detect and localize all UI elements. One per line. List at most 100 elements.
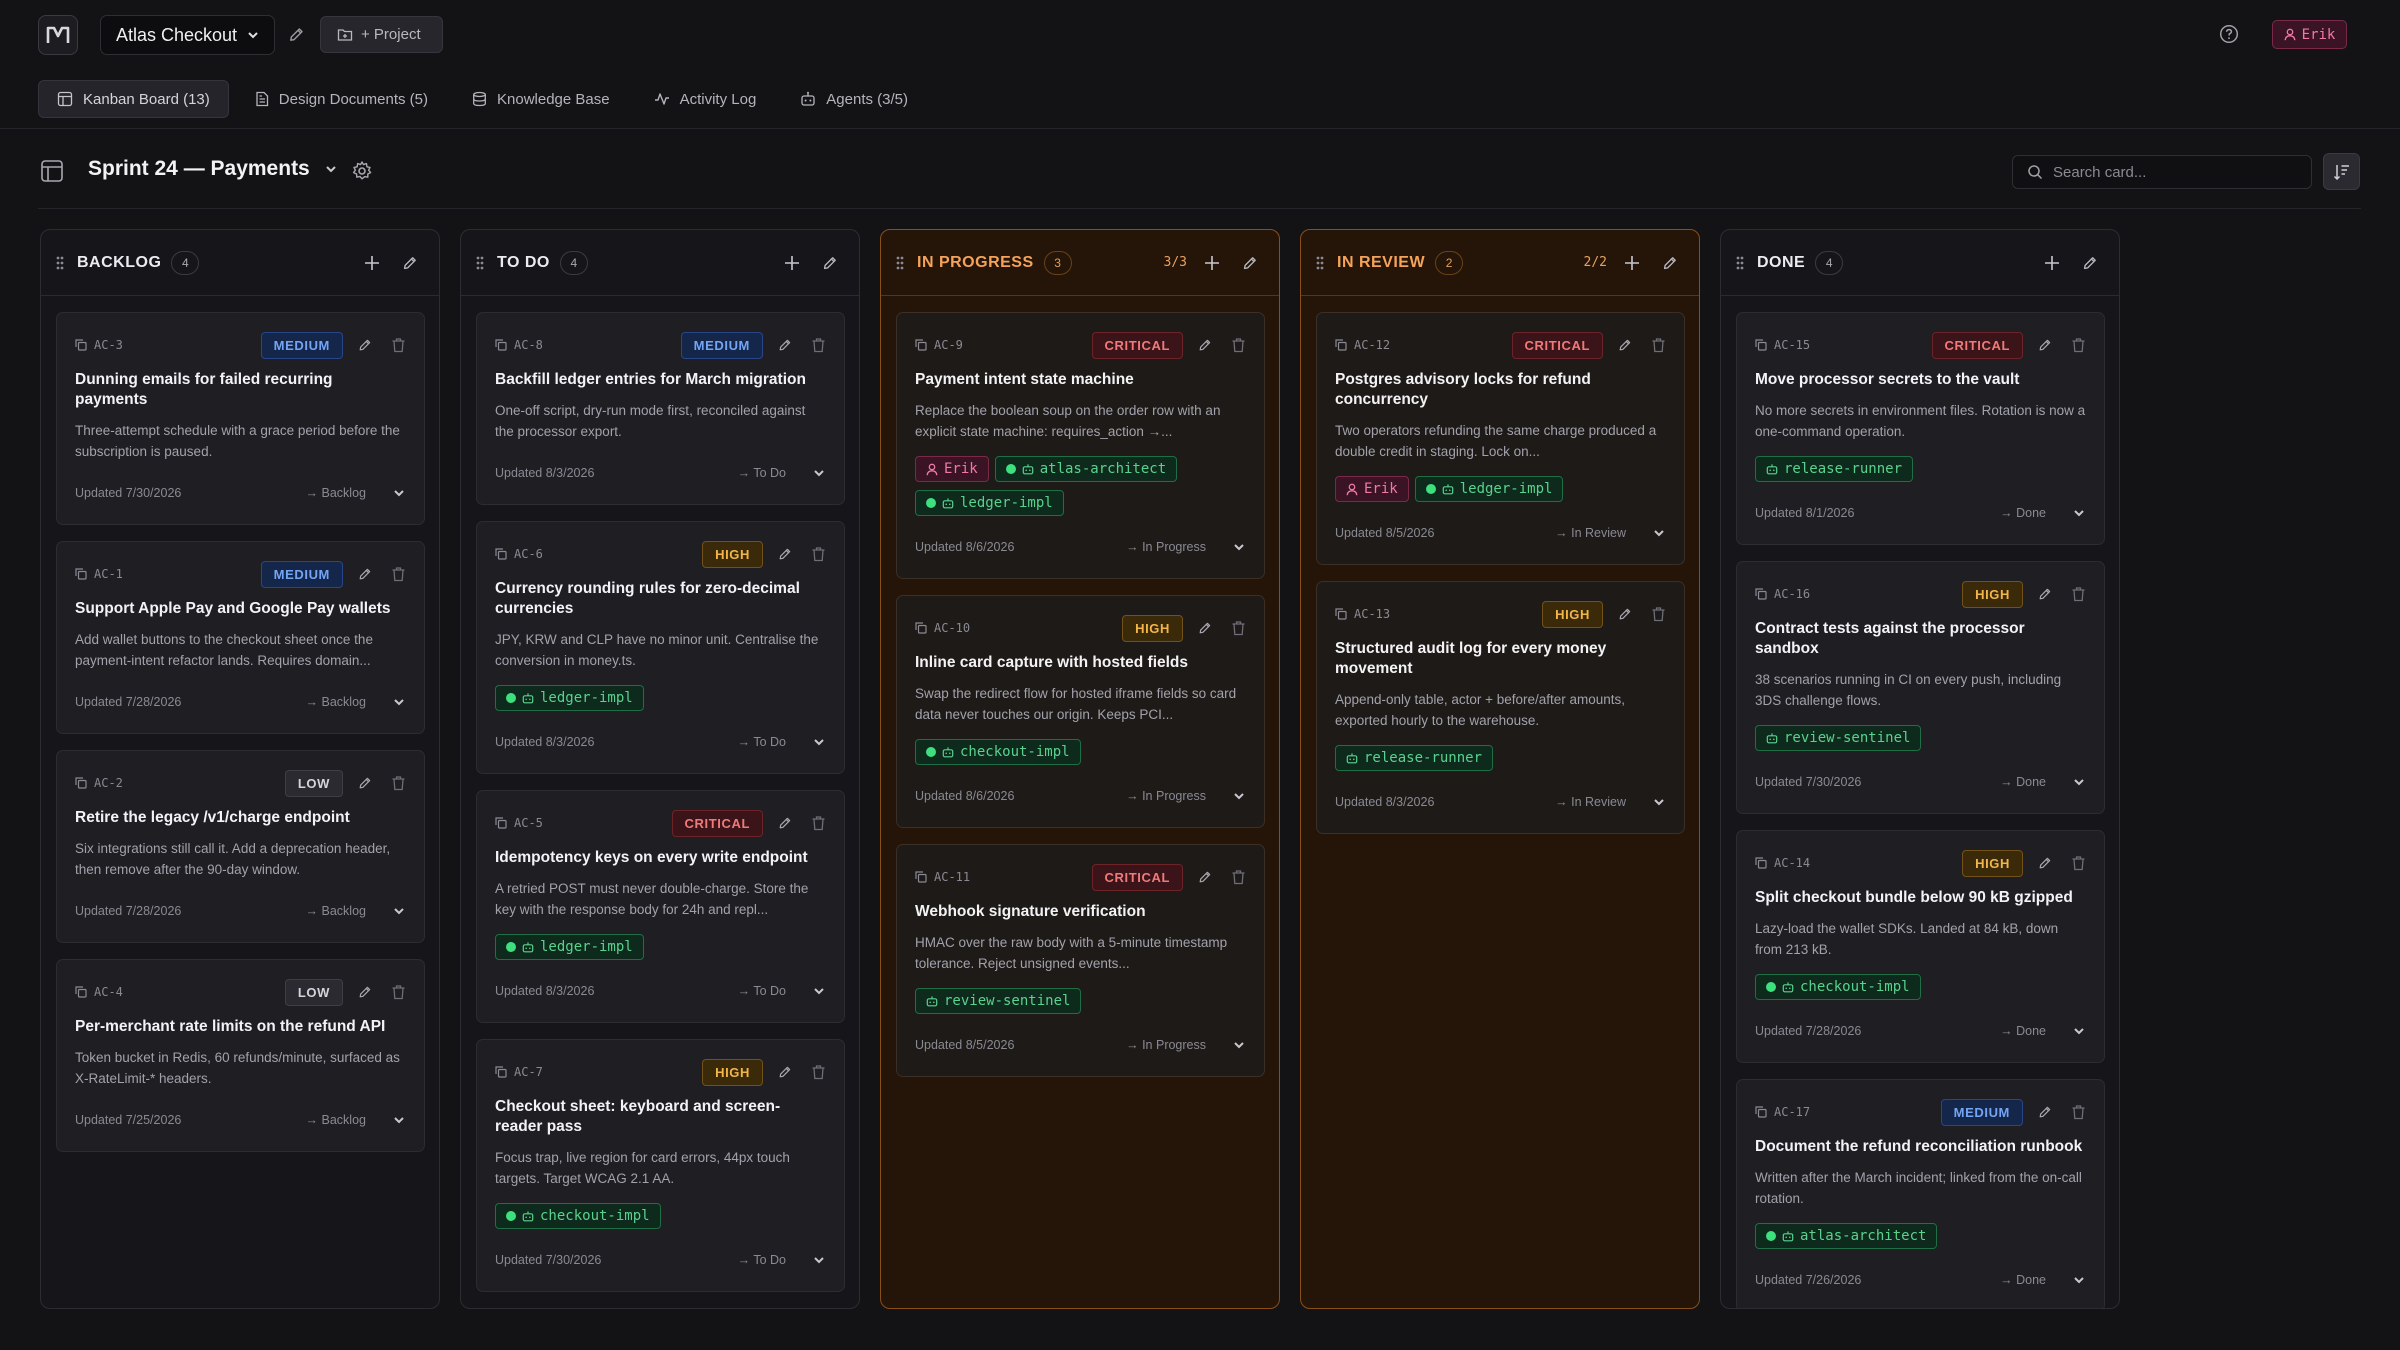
card-id[interactable]: AC-1 [75,567,123,581]
move-card-select[interactable]: → In Progress [1126,789,1206,803]
edit-column-button[interactable] [2081,254,2099,272]
task-card[interactable]: AC-14 HIGH Split checkout bundle below 90 … [1736,830,2105,1063]
move-card-select[interactable]: → Done [2000,1024,2046,1038]
card-id[interactable]: AC-3 [75,338,123,352]
edit-card-button[interactable] [777,1064,793,1080]
move-card-select[interactable]: → In Progress [1126,540,1206,554]
edit-card-button[interactable] [777,337,793,353]
sort-button[interactable] [2323,153,2360,190]
expand-card-button[interactable] [392,904,406,918]
edit-card-button[interactable] [1617,606,1633,622]
agent-chip[interactable]: review-sentinel [1755,725,1922,751]
delete-card-button[interactable] [2071,586,2086,602]
add-card-button[interactable] [363,254,381,272]
delete-card-button[interactable] [811,815,826,831]
move-card-select[interactable]: → Done [2000,1273,2046,1287]
add-card-button[interactable] [1203,254,1221,272]
card-id[interactable]: AC-7 [495,1065,543,1079]
user-badge[interactable]: Erik [2272,20,2347,49]
task-card[interactable]: AC-6 HIGH Currency rounding rules for zero… [476,521,845,774]
agent-chip[interactable]: ledger-impl [1414,476,1564,502]
task-card[interactable]: AC-8 MEDIUM Backfill ledger entries for Ma… [476,312,845,505]
expand-card-button[interactable] [1232,1038,1246,1052]
card-id[interactable]: AC-5 [495,816,543,830]
app-logo[interactable] [38,15,78,55]
card-id[interactable]: AC-8 [495,338,543,352]
agent-chip[interactable]: release-runner [1755,456,1914,482]
edit-column-button[interactable] [821,254,839,272]
delete-card-button[interactable] [2071,337,2086,353]
agent-chip[interactable]: ledger-impl [495,934,644,960]
expand-card-button[interactable] [2072,775,2086,789]
expand-card-button[interactable] [392,486,406,500]
tab-design-documents[interactable]: Design Documents (5) [237,80,446,118]
task-card[interactable]: AC-1 MEDIUM Support Apple Pay and Google P… [56,541,425,734]
edit-card-button[interactable] [777,546,793,562]
delete-card-button[interactable] [1231,337,1246,353]
move-card-select[interactable]: → Backlog [306,486,366,500]
expand-card-button[interactable] [392,695,406,709]
agent-chip[interactable]: release-runner [1335,745,1494,771]
edit-column-button[interactable] [1661,254,1679,272]
edit-card-button[interactable] [777,815,793,831]
expand-card-button[interactable] [2072,1024,2086,1038]
add-card-button[interactable] [2043,254,2061,272]
agent-chip[interactable]: checkout-impl [1755,974,1921,1000]
card-id[interactable]: AC-17 [1755,1105,1810,1119]
toggle-sidebar-button[interactable] [40,159,64,183]
move-card-select[interactable]: → In Progress [1126,1038,1206,1052]
tab-agents[interactable]: Agents (3/5) [782,80,926,118]
help-button[interactable] [2219,24,2239,44]
search-field[interactable]: Search card... [2012,155,2312,189]
edit-card-button[interactable] [1197,337,1213,353]
move-card-select[interactable]: → To Do [738,466,786,480]
project-select[interactable]: Atlas Checkout [100,15,275,55]
delete-card-button[interactable] [811,337,826,353]
edit-card-button[interactable] [2037,586,2053,602]
expand-card-button[interactable] [2072,1273,2086,1287]
edit-card-button[interactable] [2037,1104,2053,1120]
edit-card-button[interactable] [1617,337,1633,353]
move-card-select[interactable]: → In Review [1555,526,1626,540]
task-card[interactable]: AC-4 LOW Per-merchant rate limits on the r… [56,959,425,1152]
agent-chip[interactable]: atlas-architect [1755,1223,1938,1249]
task-card[interactable]: AC-2 LOW Retire the legacy /v1/charge endp… [56,750,425,943]
card-id[interactable]: AC-10 [915,621,970,635]
card-id[interactable]: AC-4 [75,985,123,999]
expand-card-button[interactable] [812,735,826,749]
delete-card-button[interactable] [391,337,406,353]
edit-card-button[interactable] [2037,855,2053,871]
move-card-select[interactable]: → Done [2000,775,2046,789]
tab-knowledge-base[interactable]: Knowledge Base [454,80,628,118]
card-id[interactable]: AC-6 [495,547,543,561]
board-title-select[interactable]: Sprint 24 — Payments [88,157,338,181]
move-card-select[interactable]: → Done [2000,506,2046,520]
edit-card-button[interactable] [357,775,373,791]
add-project-button[interactable]: + Project [320,16,443,53]
card-id[interactable]: AC-9 [915,338,963,352]
user-chip[interactable]: Erik [1335,476,1409,502]
delete-card-button[interactable] [1231,869,1246,885]
tab-kanban-board[interactable]: Kanban Board (13) [38,80,229,118]
expand-card-button[interactable] [1652,795,1666,809]
card-id[interactable]: AC-12 [1335,338,1390,352]
delete-card-button[interactable] [1231,620,1246,636]
move-card-select[interactable]: → To Do [738,984,786,998]
edit-card-button[interactable] [357,566,373,582]
rename-project-button[interactable] [287,25,306,44]
column-drag-handle[interactable] [1315,255,1325,271]
card-id[interactable]: AC-13 [1335,607,1390,621]
expand-card-button[interactable] [812,466,826,480]
task-card[interactable]: AC-15 CRITICAL Move processor secrets to t… [1736,312,2105,545]
delete-card-button[interactable] [2071,855,2086,871]
delete-card-button[interactable] [391,566,406,582]
search-input-placeholder[interactable]: Search card... [2053,164,2146,181]
expand-card-button[interactable] [1652,526,1666,540]
delete-card-button[interactable] [391,775,406,791]
delete-card-button[interactable] [391,984,406,1000]
edit-card-button[interactable] [357,337,373,353]
card-id[interactable]: AC-11 [915,870,970,884]
card-id[interactable]: AC-14 [1755,856,1810,870]
task-card[interactable]: AC-10 HIGH Inline card capture with hosted… [896,595,1265,828]
task-card[interactable]: AC-17 MEDIUM Document the refund reconcili… [1736,1079,2105,1308]
